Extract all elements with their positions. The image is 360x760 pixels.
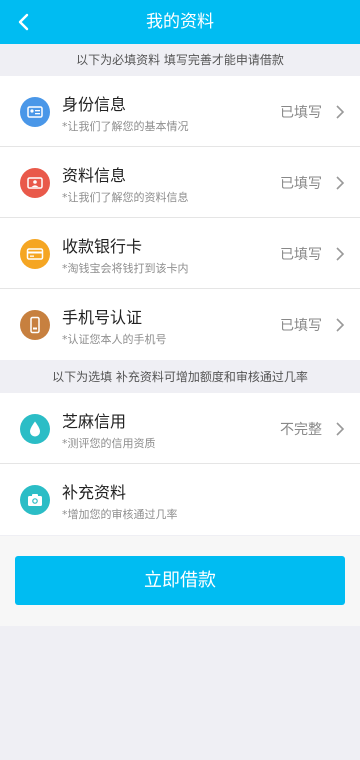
- list-item-label: 收款银行卡: [62, 237, 143, 256]
- optional-list: 芝麻信用 *测评您的信用资质 不完整 补充资料 *增加您的审核通过几率: [0, 393, 360, 535]
- list-item-profile[interactable]: 资料信息 *让我们了解您的资料信息 已填写: [0, 147, 360, 218]
- chevron-right-icon: [336, 318, 345, 332]
- list-item-label: 身份信息: [62, 95, 127, 114]
- water-drop-icon: [20, 414, 50, 444]
- optional-section-header: 以下为选填 补充资料可增加额度和审核通过几率: [0, 361, 360, 393]
- chevron-right-icon: [336, 422, 345, 436]
- id-card-icon: [20, 97, 50, 127]
- bank-card-icon: [20, 239, 50, 269]
- required-section-header: 以下为必填资料 填写完善才能申请借款: [0, 44, 360, 76]
- list-item-subtitle: *淘钱宝会将钱打到该卡内: [62, 262, 189, 275]
- list-item-extra-info[interactable]: 补充资料 *增加您的审核通过几率: [0, 464, 360, 535]
- list-item-subtitle: *认证您本人的手机号: [62, 333, 167, 346]
- borrow-now-button[interactable]: 立即借款: [15, 556, 345, 605]
- top-bar: 我的资料: [0, 0, 360, 44]
- list-item-label: 资料信息: [62, 166, 127, 185]
- status-text: 已填写: [280, 247, 322, 263]
- list-item-label: 手机号认证: [62, 308, 143, 327]
- chevron-right-icon: [336, 176, 345, 190]
- profile-card-icon: [20, 168, 50, 198]
- page-title: 我的资料: [146, 12, 214, 32]
- list-item-subtitle: *让我们了解您的资料信息: [62, 191, 189, 204]
- list-item-phone[interactable]: 手机号认证 *认证您本人的手机号 已填写: [0, 289, 360, 360]
- chevron-right-icon: [336, 247, 345, 261]
- list-item-label: 补充资料: [62, 483, 127, 502]
- list-item-identity[interactable]: 身份信息 *让我们了解您的基本情况 已填写: [0, 76, 360, 147]
- status-text: 已填写: [280, 318, 322, 334]
- camera-icon: [20, 485, 50, 515]
- status-text: 已填写: [280, 176, 322, 192]
- list-item-bank-card[interactable]: 收款银行卡 *淘钱宝会将钱打到该卡内 已填写: [0, 218, 360, 289]
- chevron-right-icon: [336, 105, 345, 119]
- phone-icon: [20, 310, 50, 340]
- required-list: 身份信息 *让我们了解您的基本情况 已填写 资料信息 *让我们了解您的资料信息 …: [0, 76, 360, 360]
- list-item-label: 芝麻信用: [62, 412, 127, 431]
- list-item-subtitle: *让我们了解您的基本情况: [62, 120, 189, 133]
- list-item-sesame-credit[interactable]: 芝麻信用 *测评您的信用资质 不完整: [0, 393, 360, 464]
- status-text: 已填写: [280, 105, 322, 121]
- list-item-subtitle: *测评您的信用资质: [62, 437, 156, 450]
- list-item-subtitle: *增加您的审核通过几率: [62, 508, 178, 521]
- status-text: 不完整: [280, 422, 322, 438]
